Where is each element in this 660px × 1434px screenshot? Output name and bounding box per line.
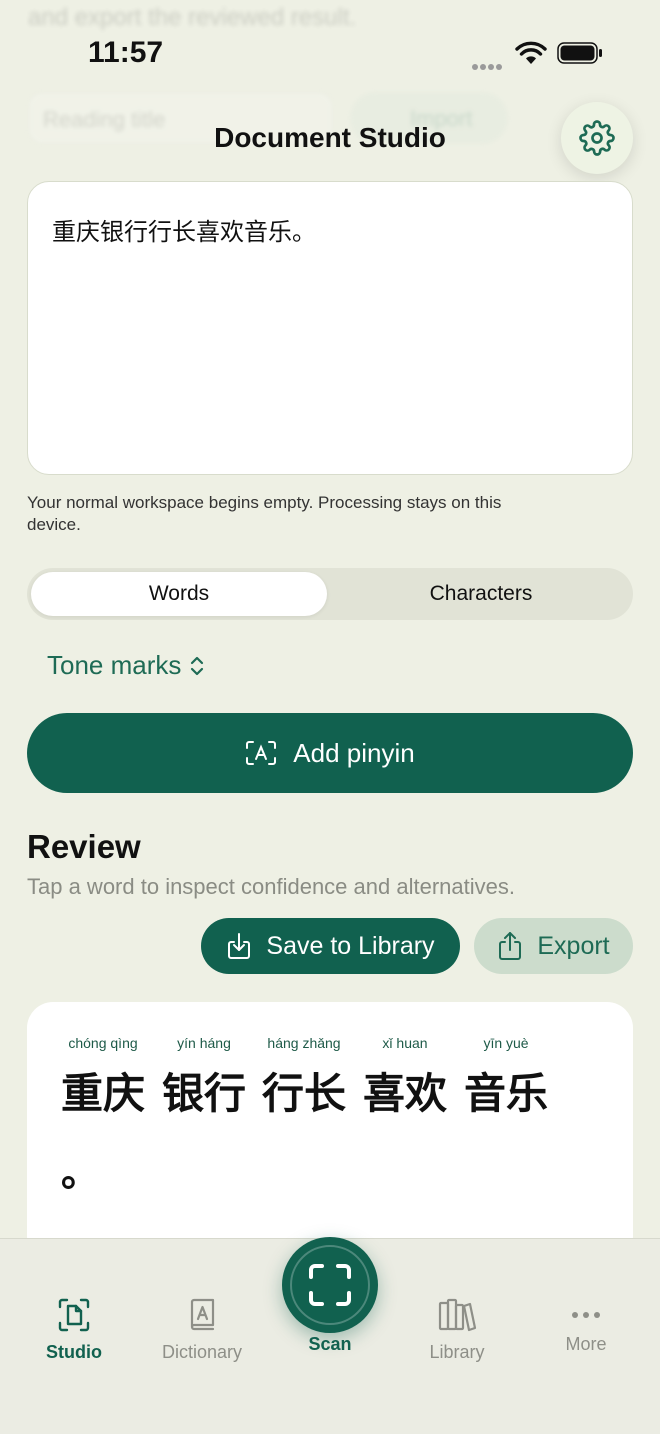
settings-button[interactable]	[561, 102, 633, 174]
word-hanzi: 重庆	[61, 1069, 146, 1118]
share-icon	[499, 932, 522, 960]
save-to-library-button[interactable]: Save to Library	[201, 918, 460, 974]
word-token[interactable]: yín háng 银行	[162, 1032, 246, 1121]
scan-button-ring	[290, 1245, 370, 1325]
word-hanzi: 喜欢	[363, 1069, 448, 1118]
word-token[interactable]: háng zhǎng 行长	[262, 1032, 346, 1121]
tab-studio-label: Studio	[46, 1342, 102, 1362]
punctuation-token: 。	[61, 1151, 100, 1195]
review-title: Review	[27, 828, 141, 865]
status-time: 11:57	[88, 36, 164, 69]
text-input-area[interactable]: 重庆银行行长喜欢音乐。	[27, 181, 633, 475]
tone-marks-select[interactable]: Tone marks	[47, 650, 205, 681]
scan-button[interactable]	[282, 1237, 378, 1333]
tab-more[interactable]: More	[531, 1297, 641, 1355]
word-token[interactable]: xǐ huan 喜欢	[363, 1032, 447, 1121]
gear-icon	[579, 120, 615, 156]
segment-words[interactable]: Words	[31, 572, 327, 616]
download-icon	[228, 933, 251, 959]
word-token[interactable]: chóng qìng 重庆	[61, 1032, 145, 1121]
document-scan-icon	[58, 1298, 90, 1332]
books-icon	[438, 1298, 477, 1332]
segment-characters[interactable]: Characters	[333, 572, 629, 616]
add-pinyin-button[interactable]: Add pinyin	[27, 713, 633, 793]
pinyin-result-card: chóng qìng 重庆 yín háng 银行 háng zhǎng 行长 …	[27, 1002, 633, 1262]
signal-icon	[472, 57, 504, 75]
chevron-up-down-icon	[191, 656, 204, 675]
dictionary-icon	[190, 1298, 215, 1331]
tab-library-label: Library	[429, 1342, 485, 1362]
segmentation-mode-control: Words Characters	[27, 568, 633, 620]
text-scan-icon	[246, 741, 277, 765]
battery-icon	[557, 42, 602, 64]
export-label: Export	[537, 931, 610, 960]
word-hanzi: 行长	[262, 1069, 347, 1118]
word-pinyin: chóng qìng	[68, 1035, 138, 1051]
word-token[interactable]: yīn yuè 音乐	[464, 1032, 548, 1121]
review-subtitle: Tap a word to inspect confidence and alt…	[27, 874, 515, 899]
scan-label: Scan	[308, 1334, 352, 1354]
word-pinyin: háng zhǎng	[267, 1035, 341, 1051]
word-pinyin: yín háng	[177, 1035, 231, 1051]
input-text: 重庆银行行长喜欢音乐。	[52, 218, 316, 246]
wifi-icon	[515, 41, 547, 64]
status-bar: 11:57	[0, 0, 660, 100]
tone-marks-label: Tone marks	[47, 650, 182, 680]
add-pinyin-label: Add pinyin	[293, 737, 415, 768]
word-hanzi: 音乐	[464, 1069, 549, 1118]
tab-more-label: More	[565, 1334, 607, 1354]
word-pinyin: xǐ huan	[382, 1035, 428, 1051]
tab-library[interactable]: Library	[402, 1297, 512, 1363]
more-icon	[572, 1312, 600, 1318]
tab-dictionary[interactable]: Dictionary	[147, 1297, 257, 1363]
word-pinyin: yīn yuè	[483, 1035, 529, 1051]
word-hanzi: 银行	[162, 1069, 247, 1118]
tab-studio[interactable]: Studio	[19, 1297, 129, 1363]
workspace-hint: Your normal workspace begins empty. Proc…	[27, 493, 502, 534]
tab-dictionary-label: Dictionary	[161, 1342, 243, 1362]
save-to-library-label: Save to Library	[266, 931, 435, 960]
export-button[interactable]: Export	[474, 918, 633, 974]
